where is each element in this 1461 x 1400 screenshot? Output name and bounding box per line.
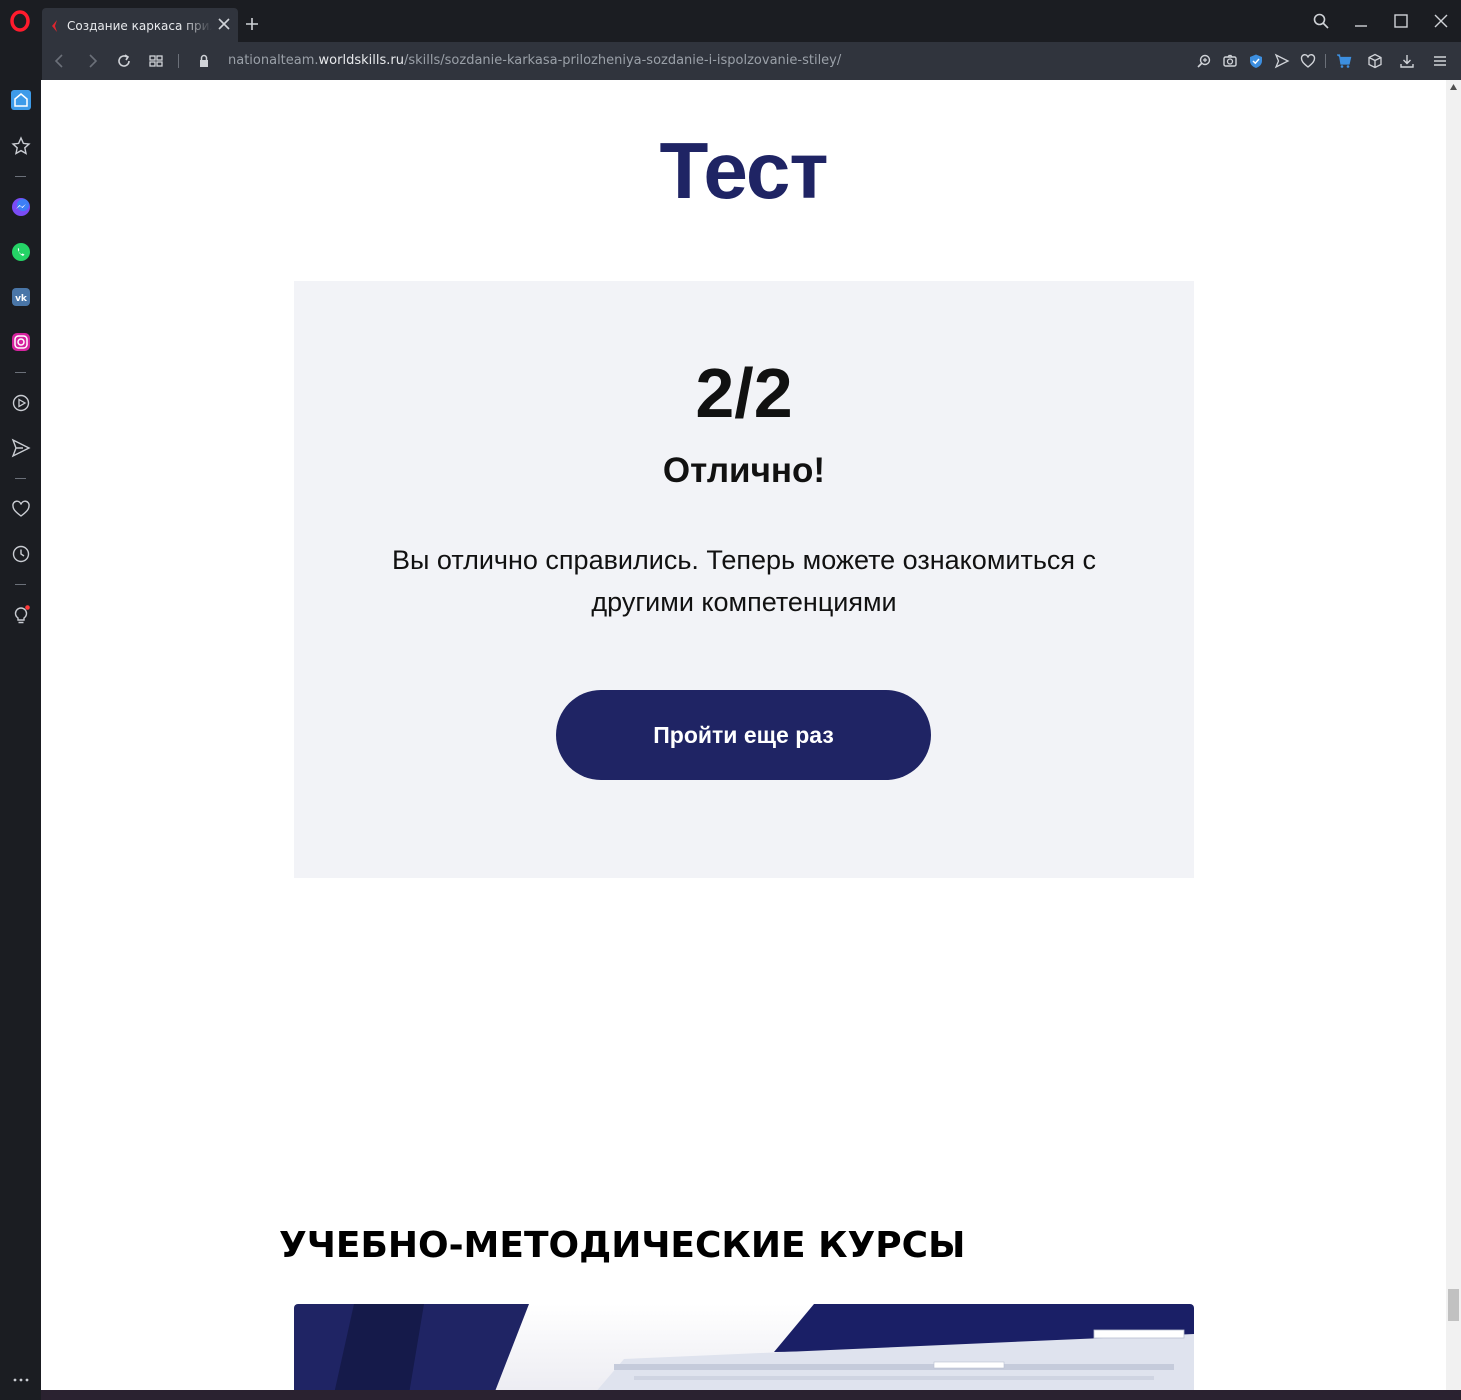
toolbar-divider xyxy=(1325,54,1326,68)
result-message: Вы отлично справились. Теперь можете озн… xyxy=(391,545,1097,617)
minimize-icon[interactable] xyxy=(1352,12,1370,30)
snapshot-camera-icon[interactable] xyxy=(1222,53,1238,69)
star-icon[interactable] xyxy=(11,136,31,156)
more-icon[interactable] xyxy=(11,1370,31,1390)
easy-setup-menu-icon[interactable] xyxy=(1432,53,1448,69)
url-prefix: nationalteam. xyxy=(228,53,319,68)
retry-test-button[interactable]: Пройти еще раз xyxy=(556,690,931,780)
download-icon[interactable] xyxy=(1399,53,1415,69)
sidebar-separator xyxy=(15,478,26,479)
sidebar-separator xyxy=(15,372,26,373)
page-scrollbar[interactable] xyxy=(1446,80,1461,1390)
svg-text:vk: vk xyxy=(15,294,28,304)
sidebar: vk xyxy=(0,80,41,1400)
scroll-up-arrow-icon[interactable] xyxy=(1450,84,1457,90)
tab-close-icon[interactable] xyxy=(216,16,232,32)
player-icon[interactable] xyxy=(11,393,31,413)
tab-bar: Создание каркаса прилож xyxy=(0,0,1461,42)
close-window-icon[interactable] xyxy=(1432,12,1450,30)
lock-icon[interactable] xyxy=(196,53,212,69)
heart-icon[interactable] xyxy=(11,499,31,519)
new-tab-icon[interactable] xyxy=(244,16,260,32)
reload-icon[interactable] xyxy=(116,53,132,69)
send-icon[interactable] xyxy=(1274,53,1290,69)
result-verdict: Отлично! xyxy=(662,451,826,490)
lightbulb-icon[interactable] xyxy=(11,605,31,625)
course-card-image[interactable] xyxy=(294,1304,1194,1390)
scrollbar-thumb[interactable] xyxy=(1448,1289,1459,1321)
sidebar-separator xyxy=(15,584,26,585)
page-viewport: Тест 2/2 Отлично! Вы отлично справились.… xyxy=(41,80,1446,1390)
messenger-icon[interactable] xyxy=(11,197,31,217)
opera-logo-icon[interactable] xyxy=(10,10,30,32)
window-bottom-edge xyxy=(41,1390,1461,1400)
url-field[interactable]: nationalteam.worldskills.ru/skills/sozda… xyxy=(228,53,841,68)
search-tabs-icon[interactable] xyxy=(1312,12,1330,30)
address-bar: nationalteam.worldskills.ru/skills/sozda… xyxy=(42,42,1461,80)
shopping-cart-icon[interactable] xyxy=(1336,53,1352,69)
worldskills-favicon-icon xyxy=(52,20,57,32)
home-icon[interactable] xyxy=(11,90,31,110)
shield-icon[interactable] xyxy=(1248,53,1264,69)
sidebar-separator xyxy=(15,176,26,177)
back-icon[interactable] xyxy=(52,53,68,69)
heart-bookmark-icon[interactable] xyxy=(1300,53,1316,69)
tab-title: Создание каркаса прилож xyxy=(67,19,212,33)
test-result-card: 2/2 Отлично! Вы отлично справились. Тепе… xyxy=(294,281,1194,878)
url-path: /skills/sozdanie-karkasa-prilozheniya-so… xyxy=(403,53,842,68)
vk-icon[interactable]: vk xyxy=(11,287,31,307)
maximize-icon[interactable] xyxy=(1392,12,1410,30)
address-divider xyxy=(178,54,179,68)
tab-active[interactable]: Создание каркаса прилож xyxy=(42,8,238,42)
course-thumbnail-graphic xyxy=(294,1304,1194,1390)
whatsapp-icon[interactable] xyxy=(11,242,31,262)
courses-heading: УЧЕБНО-МЕТОДИЧЕСКИЕ КУРСЫ xyxy=(279,1225,966,1266)
send-flow-icon[interactable] xyxy=(11,438,31,458)
forward-icon[interactable] xyxy=(84,53,100,69)
history-icon[interactable] xyxy=(11,544,31,564)
instagram-icon[interactable] xyxy=(11,332,31,352)
page-title: Тест xyxy=(659,126,829,215)
url-host: worldskills.ru xyxy=(318,53,404,68)
zoom-search-icon[interactable] xyxy=(1196,53,1212,69)
tabs-grid-icon[interactable] xyxy=(148,53,164,69)
test-score: 2/2 xyxy=(695,354,793,432)
cube-icon[interactable] xyxy=(1367,53,1383,69)
